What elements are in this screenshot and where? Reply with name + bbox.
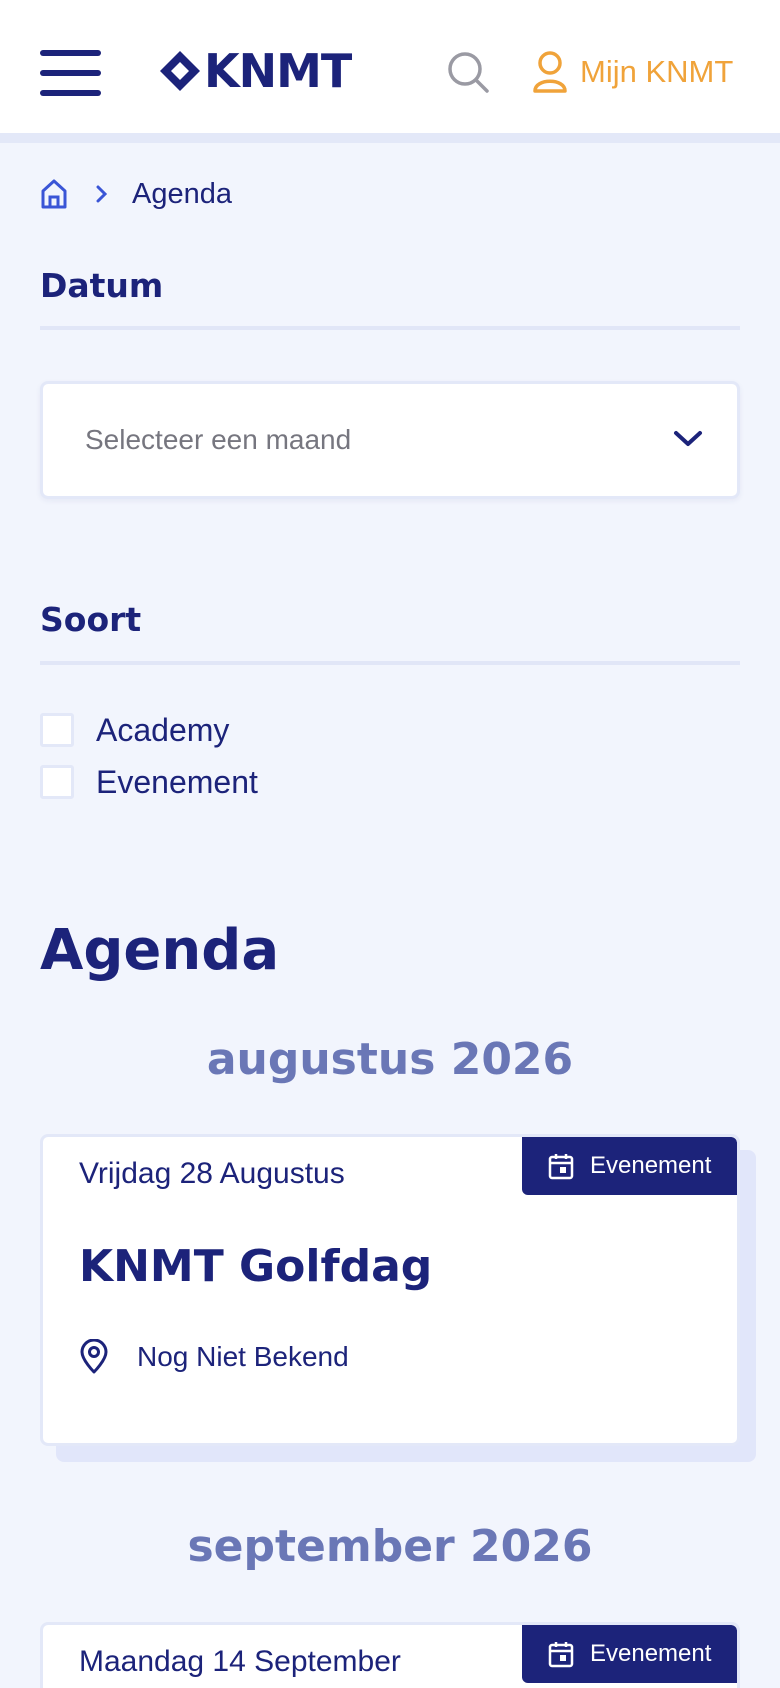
event-type-badge: Evenement — [522, 1625, 737, 1683]
location-pin-icon — [80, 1339, 108, 1374]
menu-bar — [40, 50, 101, 56]
breadcrumb: Agenda — [40, 176, 232, 212]
account-label: Mijn KNMT — [580, 54, 734, 89]
logo-text: KNMT — [204, 44, 352, 98]
month-select-placeholder: Selecteer een maand — [85, 424, 352, 455]
menu-button[interactable] — [40, 50, 101, 96]
event-card[interactable]: Maandag 14 September Evenement — [40, 1622, 740, 1688]
month-heading: september 2026 — [187, 1521, 593, 1572]
divider — [40, 326, 740, 330]
month-select[interactable]: Selecteer een maand — [40, 381, 740, 499]
checkbox-label: Academy — [96, 711, 230, 748]
event-location-text: Nog Niet Bekend — [137, 1341, 349, 1372]
checkbox[interactable] — [40, 713, 74, 747]
type-checkbox-evenement[interactable]: Evenement — [40, 764, 258, 800]
event-title: KNMT Golfdag — [79, 1241, 433, 1292]
chevron-down-icon — [674, 431, 702, 446]
divider — [40, 661, 740, 665]
month-heading: augustus 2026 — [206, 1034, 574, 1085]
type-filter-title: Soort — [40, 600, 142, 639]
user-icon — [533, 51, 567, 93]
checkbox-label: Evenement — [96, 763, 258, 800]
calendar-icon — [548, 1154, 574, 1180]
date-filter-title: Datum — [40, 266, 164, 305]
event-type-label: Evenement — [590, 1640, 712, 1667]
calendar-icon — [548, 1642, 574, 1668]
event-location: Nog Niet Bekend — [79, 1337, 349, 1377]
event-type-badge: Evenement — [522, 1137, 737, 1195]
event-date: Maandag 14 September — [79, 1645, 401, 1678]
diamond-logo-icon — [160, 51, 200, 91]
knmt-logo[interactable]: KNMT — [160, 44, 352, 98]
type-checkbox-academy[interactable]: Academy — [40, 712, 229, 748]
event-type-label: Evenement — [590, 1152, 712, 1179]
home-icon[interactable] — [40, 178, 68, 210]
site-header: KNMT Mijn KNMT — [0, 0, 780, 143]
chevron-right-icon — [96, 185, 108, 203]
checkbox[interactable] — [40, 765, 74, 799]
event-date: Vrijdag 28 Augustus — [79, 1157, 345, 1190]
menu-bar — [40, 70, 101, 76]
event-card[interactable]: Vrijdag 28 Augustus Evenement KNMT Golfd… — [40, 1134, 740, 1446]
account-link[interactable]: Mijn KNMT — [532, 48, 733, 96]
search-icon — [448, 52, 489, 93]
search-button[interactable] — [446, 50, 490, 94]
agenda-title: Agenda — [40, 918, 280, 983]
menu-bar — [40, 90, 101, 96]
breadcrumb-current: Agenda — [132, 177, 232, 210]
